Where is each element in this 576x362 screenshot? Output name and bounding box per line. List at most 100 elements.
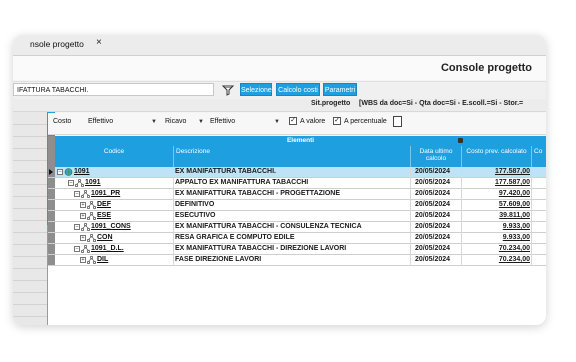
- row-marker: [48, 189, 55, 199]
- expand-icon[interactable]: –: [74, 191, 80, 197]
- selezione-button[interactable]: Selezione: [240, 83, 272, 96]
- close-icon[interactable]: ×: [96, 37, 102, 48]
- sit-progetto-value: [WBS da doc=Si - Qta doc=Si - E.scoll.=S…: [359, 100, 524, 107]
- tree-node-icon: [81, 223, 90, 231]
- row-code[interactable]: 1091_D.L.: [91, 245, 124, 252]
- column-header-codice[interactable]: Codice: [55, 146, 174, 167]
- row-code[interactable]: 1091: [74, 168, 90, 175]
- project-field[interactable]: IFATTURA TABACCHI.: [13, 83, 214, 96]
- row-marker: [48, 200, 55, 210]
- table-row[interactable]: – 1091_CONS EX MANIFATTURA TABACCHI - CO…: [48, 222, 546, 233]
- parametri-button[interactable]: Parametri: [323, 83, 357, 96]
- grid-corner: [48, 136, 55, 167]
- a-valore-checkbox[interactable]: ✓: [289, 117, 297, 125]
- column-header-more[interactable]: Co: [532, 146, 546, 167]
- toolbar: IFATTURA TABACCHI. Selezione Calcolo cos…: [13, 81, 546, 100]
- row-date: 20/05/2024: [415, 212, 451, 219]
- expand-icon[interactable]: +: [80, 257, 86, 263]
- row-cost[interactable]: 177.587,00: [460, 168, 530, 175]
- filter-icon[interactable]: [222, 84, 234, 96]
- table-row[interactable]: + CON RESA GRAFICA E COMPUTO EDILE 20/05…: [48, 233, 546, 244]
- row-cost[interactable]: 57.609,00: [460, 201, 530, 208]
- row-code[interactable]: 1091: [85, 179, 101, 186]
- page-header: Console progetto: [13, 56, 546, 80]
- row-description: RESA GRAFICA E COMPUTO EDILE: [175, 234, 295, 241]
- row-pointer-icon: [49, 169, 53, 175]
- row-code[interactable]: CON: [97, 234, 113, 241]
- row-date: 20/05/2024: [415, 234, 451, 241]
- expand-icon[interactable]: –: [74, 246, 80, 252]
- tree-node-icon: [81, 190, 90, 198]
- grid-group-header: Elementi: [55, 136, 546, 146]
- row-marker: [48, 167, 55, 177]
- a-percentuale-checkbox[interactable]: ✓: [333, 117, 341, 125]
- left-panel: [13, 112, 48, 325]
- table-row[interactable]: + DIL FASE DIREZIONE LAVORI 20/05/2024 7…: [48, 255, 546, 266]
- expand-icon[interactable]: –: [74, 224, 80, 230]
- status-line: Sit.progetto [WBS da doc=Si - Qta doc=Si…: [13, 99, 546, 112]
- row-cost[interactable]: 39.811,00: [460, 212, 530, 219]
- chevron-down-icon[interactable]: ▼: [151, 119, 157, 125]
- grid-column-headers: Codice Descrizione Data ultimo calcolo C…: [55, 146, 546, 167]
- expand-icon[interactable]: –: [57, 169, 63, 175]
- chevron-down-icon[interactable]: ▼: [198, 119, 204, 125]
- ricavo-select[interactable]: Effettivo: [210, 118, 235, 125]
- row-marker: [48, 222, 55, 232]
- row-marker: [48, 178, 55, 188]
- chevron-down-icon[interactable]: ▼: [274, 119, 280, 125]
- row-description: EX MANIFATTURA TABACCHI - DIREZIONE LAVO…: [175, 245, 347, 252]
- row-date: 20/05/2024: [415, 201, 451, 208]
- row-cost[interactable]: 9.933,00: [460, 234, 530, 241]
- row-cost[interactable]: 97.420,00: [460, 190, 530, 197]
- column-header-costo[interactable]: Costo prev. calcolato: [462, 146, 532, 167]
- row-marker: [48, 233, 55, 243]
- tree-node-icon: [87, 201, 96, 209]
- tree-node-icon: [75, 179, 84, 187]
- table-row[interactable]: + ESE ESECUTIVO 20/05/2024 39.811,00: [48, 211, 546, 222]
- globe-icon: [64, 168, 73, 176]
- calculator-icon[interactable]: [393, 116, 402, 127]
- row-cost[interactable]: 70.234,00: [460, 245, 530, 252]
- row-date: 20/05/2024: [415, 223, 451, 230]
- row-marker: [48, 244, 55, 254]
- table-row[interactable]: – 1091_PR EX MANIFATTURA TABACCHI - PROG…: [48, 189, 546, 200]
- row-code[interactable]: ESE: [97, 212, 111, 219]
- row-date: 20/05/2024: [415, 256, 451, 263]
- column-header-descrizione[interactable]: Descrizione: [174, 146, 411, 167]
- expand-icon[interactable]: +: [80, 235, 86, 241]
- row-date: 20/05/2024: [415, 179, 451, 186]
- costo-select[interactable]: Effettivo: [88, 118, 113, 125]
- a-valore-label: A valore: [300, 118, 326, 125]
- table-row[interactable]: – 1091_D.L. EX MANIFATTURA TABACCHI - DI…: [48, 244, 546, 255]
- tree-node-icon: [87, 234, 96, 242]
- row-marker: [48, 255, 55, 265]
- sit-progetto-label: Sit.progetto: [311, 100, 351, 107]
- row-code[interactable]: DEF: [97, 201, 111, 208]
- row-description: DEFINITIVO: [175, 201, 215, 208]
- row-date: 20/05/2024: [415, 168, 451, 175]
- table-row[interactable]: – 1091 APPALTO EX MANIFATTURA TABACCHI 2…: [48, 178, 546, 189]
- row-date: 20/05/2024: [415, 190, 451, 197]
- options-bar: Costo Effettivo ▼ Ricavo ▼ Effettivo ▼ ✓…: [48, 113, 546, 135]
- row-cost[interactable]: 9.933,00: [460, 223, 530, 230]
- row-cost[interactable]: 177.587,00: [460, 179, 530, 186]
- tab-console-progetto[interactable]: nsole progetto: [30, 39, 84, 49]
- column-header-data[interactable]: Data ultimo calcolo: [411, 146, 462, 167]
- elements-grid: Elementi Codice Descrizione Data ultimo …: [48, 136, 546, 325]
- tree-node-icon: [81, 245, 90, 253]
- expand-icon[interactable]: +: [80, 213, 86, 219]
- row-code[interactable]: 1091_CONS: [91, 223, 131, 230]
- tree-node-icon: [87, 212, 96, 220]
- expand-icon[interactable]: –: [68, 180, 74, 186]
- table-row[interactable]: – 1091 EX MANIFATTURA TABACCHI. 20/05/20…: [48, 167, 546, 178]
- table-row[interactable]: + DEF DEFINITIVO 20/05/2024 57.609,00: [48, 200, 546, 211]
- expand-icon[interactable]: +: [80, 202, 86, 208]
- application-window: nsole progetto × Console progetto IFATTU…: [13, 35, 546, 325]
- row-cost[interactable]: 70.234,00: [460, 256, 530, 263]
- tree-node-icon: [87, 256, 96, 264]
- row-description: EX MANIFATTURA TABACCHI - CONSULENZA TEC…: [175, 223, 362, 230]
- calcolo-costi-button[interactable]: Calcolo costi: [276, 83, 320, 96]
- row-code[interactable]: DIL: [97, 256, 108, 263]
- row-code[interactable]: 1091_PR: [91, 190, 120, 197]
- row-description: FASE DIREZIONE LAVORI: [175, 256, 262, 263]
